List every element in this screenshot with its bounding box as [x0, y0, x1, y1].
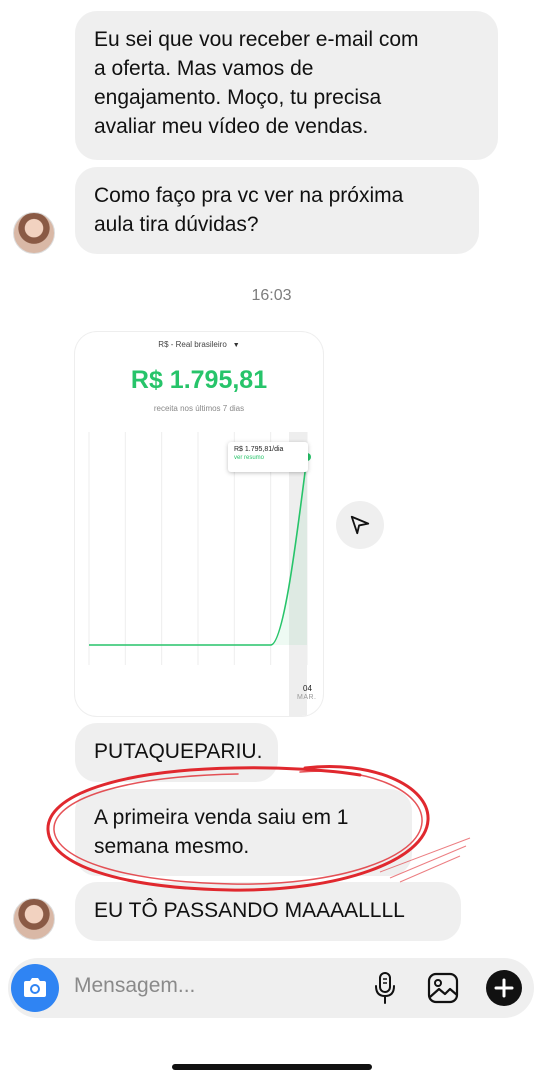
tooltip-value: R$ 1.795,81/dia	[234, 446, 284, 453]
message-bubble[interactable]: A primeira venda saiu em 1 semana mesmo.	[75, 789, 412, 876]
home-indicator	[172, 1064, 372, 1070]
microphone-icon	[375, 972, 395, 1004]
message-text: A primeira venda saiu em 1 semana mesmo.	[94, 806, 349, 858]
send-icon	[350, 515, 370, 535]
avatar[interactable]	[13, 898, 55, 940]
chart-tooltip: R$ 1.795,81/dia ver resumo	[228, 442, 308, 472]
message-bubble[interactable]: PUTAQUEPARIU.	[75, 723, 278, 782]
avatar[interactable]	[13, 212, 55, 254]
message-text: PUTAQUEPARIU.	[94, 740, 263, 763]
revenue-chart	[88, 432, 311, 716]
message-input[interactable]	[74, 974, 344, 998]
add-button[interactable]	[484, 968, 524, 1008]
mic-button[interactable]	[365, 968, 405, 1008]
x-tick-month: MAR.	[297, 694, 317, 701]
camera-icon	[24, 978, 46, 997]
gallery-icon	[427, 972, 459, 1004]
message-text: EU TÔ PASSANDO MAAAALLLL	[94, 899, 405, 922]
x-tick-day: 04	[303, 684, 312, 693]
message-bubble[interactable]: EU TÔ PASSANDO MAAAALLLL	[75, 882, 461, 941]
plus-icon	[486, 970, 522, 1006]
message-text: Eu sei que vou receber e-mail com a ofer…	[94, 28, 419, 138]
message-bubble[interactable]: Como faço pra vc ver na próxima aula tir…	[75, 167, 479, 254]
shared-image[interactable]: R$ - Real brasileiro ▼ R$ 1.795,81 receit…	[75, 332, 323, 716]
message-composer	[8, 958, 534, 1018]
timestamp: 16:03	[251, 287, 292, 304]
gallery-button[interactable]	[423, 968, 463, 1008]
share-button[interactable]	[336, 501, 384, 549]
camera-button[interactable]	[11, 964, 59, 1012]
message-bubble[interactable]: Eu sei que vou receber e-mail com a ofer…	[75, 11, 498, 160]
tooltip-link: ver resumo	[234, 455, 265, 461]
message-text: Como faço pra vc ver na próxima aula tir…	[94, 184, 404, 236]
